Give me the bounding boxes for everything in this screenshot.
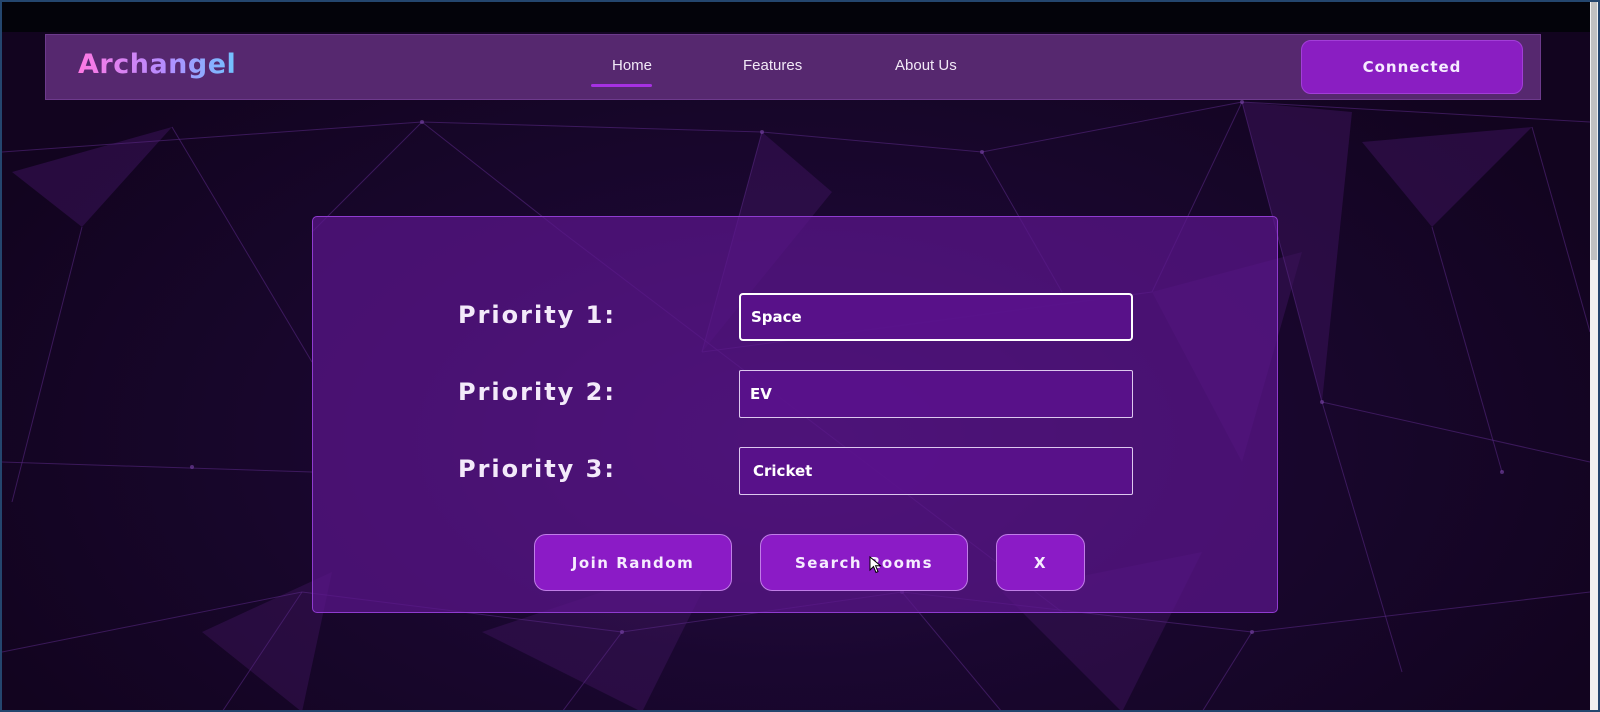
search-rooms-button[interactable]: Search Rooms	[760, 534, 968, 591]
scrollbar-thumb[interactable]	[1591, 2, 1597, 260]
priority-1-label: Priority 1:	[458, 301, 616, 329]
connected-button[interactable]: Connected	[1301, 40, 1523, 94]
page-scrollbar[interactable]	[1590, 2, 1598, 710]
join-random-button[interactable]: Join Random	[534, 534, 732, 591]
priority-3-label: Priority 3:	[458, 455, 616, 483]
browser-window: Archangel Home Features About Us Connect…	[0, 0, 1600, 712]
active-nav-indicator	[591, 84, 652, 87]
page-viewport: Archangel Home Features About Us Connect…	[2, 32, 1590, 710]
nav-link-about-us[interactable]: About Us	[895, 57, 957, 74]
priority-1-input[interactable]	[739, 293, 1133, 341]
close-button[interactable]: X	[996, 534, 1085, 591]
nav-link-home[interactable]: Home	[612, 57, 652, 74]
top-navbar: Archangel Home Features About Us Connect…	[45, 34, 1541, 100]
priority-2-label: Priority 2:	[458, 378, 616, 406]
window-top-bar	[2, 2, 1598, 32]
priority-form-card: Priority 1: Priority 2: Priority 3: Join…	[312, 216, 1278, 613]
brand-logo[interactable]: Archangel	[78, 49, 236, 80]
nav-link-features[interactable]: Features	[743, 57, 802, 74]
mouse-pointer-icon	[869, 556, 882, 574]
priority-3-input[interactable]	[739, 447, 1133, 495]
priority-2-input[interactable]	[739, 370, 1133, 418]
